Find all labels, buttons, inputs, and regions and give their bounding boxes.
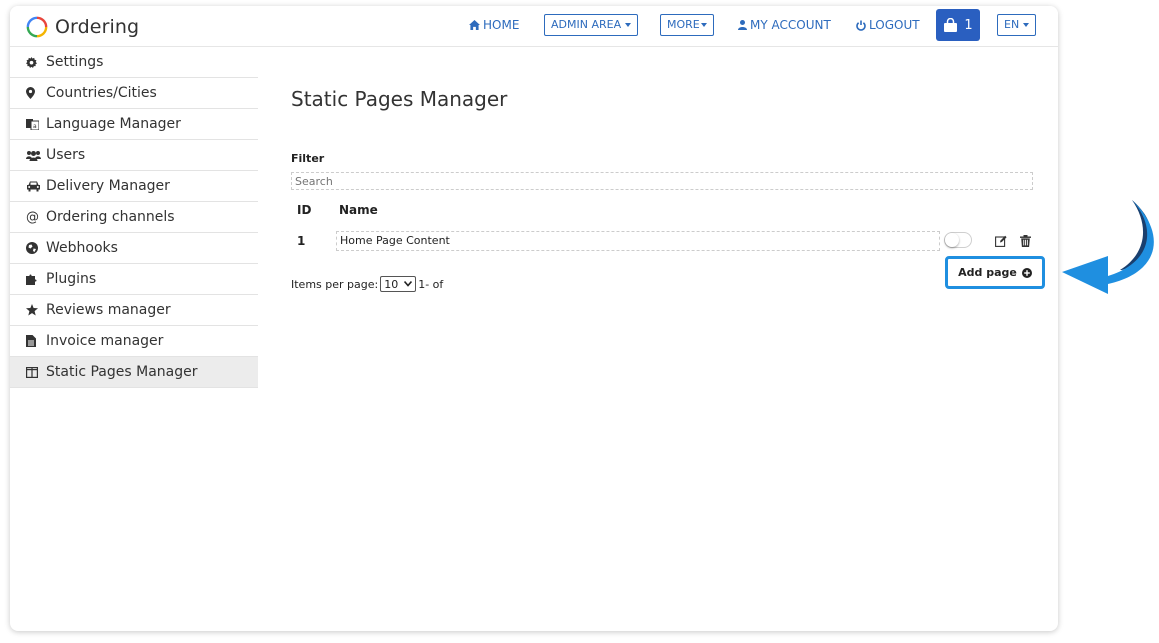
sidebar-item-ordering-channels[interactable]: @ Ordering channels bbox=[10, 202, 258, 233]
shopping-bag-icon bbox=[944, 17, 958, 32]
language-label: EN bbox=[1004, 18, 1020, 31]
brand-logo[interactable]: Ordering bbox=[26, 14, 139, 40]
caret-down-icon bbox=[625, 23, 632, 27]
svg-text:a: a bbox=[33, 123, 37, 130]
nav-home-label: HOME bbox=[483, 18, 520, 32]
nav-admin-area-dropdown[interactable]: ADMIN AREA bbox=[544, 14, 639, 36]
sidebar-item-label: Webhooks bbox=[46, 240, 118, 256]
language-dropdown[interactable]: EN bbox=[997, 14, 1037, 36]
power-icon bbox=[856, 20, 866, 31]
sidebar-item-invoice-manager[interactable]: Invoice manager bbox=[10, 326, 258, 357]
nav-logout[interactable]: LOGOUT bbox=[856, 14, 920, 36]
sidebar-item-label: Language Manager bbox=[46, 116, 181, 132]
sidebar-item-label: Reviews manager bbox=[46, 302, 171, 318]
star-icon bbox=[26, 304, 44, 316]
sidebar-item-label: Countries/Cities bbox=[46, 85, 157, 101]
sidebar-item-settings[interactable]: Settings bbox=[10, 47, 258, 78]
sidebar-item-label: Static Pages Manager bbox=[46, 364, 198, 380]
chevron-down-icon bbox=[404, 281, 413, 287]
pagination-text: 1- of bbox=[418, 277, 444, 291]
brand-name: Ordering bbox=[55, 16, 140, 38]
sidebar-item-plugins[interactable]: Plugins bbox=[10, 264, 258, 295]
column-header-id: ID bbox=[297, 203, 312, 217]
trash-icon[interactable] bbox=[1020, 235, 1031, 247]
search-input[interactable] bbox=[291, 172, 1033, 190]
caret-down-icon bbox=[1023, 23, 1030, 27]
puzzle-icon bbox=[26, 273, 44, 285]
sidebar-item-reviews-manager[interactable]: Reviews manager bbox=[10, 295, 258, 326]
sidebar-item-countries-cities[interactable]: Countries/Cities bbox=[10, 78, 258, 109]
nav-more-dropdown[interactable]: MORE bbox=[660, 14, 714, 36]
add-page-label: Add page bbox=[958, 266, 1017, 279]
column-header-name: Name bbox=[339, 203, 378, 217]
items-per-page-value: 10 bbox=[384, 277, 399, 291]
sidebar-item-label: Delivery Manager bbox=[46, 178, 170, 194]
items-per-page: Items per page: 10 1- of bbox=[291, 276, 443, 292]
language-icon: a bbox=[26, 118, 44, 130]
logo-ring-icon bbox=[26, 16, 48, 38]
toggle-knob bbox=[945, 233, 959, 247]
file-icon bbox=[26, 335, 44, 347]
globe-icon bbox=[26, 242, 44, 254]
nav-more-label: MORE bbox=[667, 18, 700, 31]
plus-circle-icon bbox=[1021, 267, 1032, 278]
user-icon bbox=[738, 20, 747, 30]
columns-icon bbox=[26, 366, 44, 378]
app-window: Ordering HOME ADMIN AREA MORE MY ACCOUNT… bbox=[10, 6, 1058, 631]
map-marker-icon bbox=[26, 87, 44, 99]
sidebar-item-label: Users bbox=[46, 147, 86, 163]
caret-down-icon bbox=[700, 23, 707, 27]
car-icon bbox=[26, 181, 44, 192]
nav-admin-area-label: ADMIN AREA bbox=[551, 18, 622, 31]
filter-label: Filter bbox=[291, 152, 325, 165]
cart-button[interactable]: 1 bbox=[936, 9, 980, 41]
page-title: Static Pages Manager bbox=[291, 87, 508, 111]
top-navbar: Ordering HOME ADMIN AREA MORE MY ACCOUNT… bbox=[10, 6, 1058, 47]
items-per-page-label: Items per page: bbox=[291, 277, 379, 291]
nav-my-account[interactable]: MY ACCOUNT bbox=[738, 14, 831, 36]
sidebar-item-webhooks[interactable]: Webhooks bbox=[10, 233, 258, 264]
nav-my-account-label: MY ACCOUNT bbox=[750, 18, 831, 32]
home-icon bbox=[469, 20, 480, 30]
sidebar-item-label: Plugins bbox=[46, 271, 97, 287]
page-name-field[interactable]: Home Page Content bbox=[336, 231, 940, 251]
items-per-page-select[interactable]: 10 bbox=[380, 276, 417, 292]
sidebar-item-label: Invoice manager bbox=[46, 333, 164, 349]
nav-home[interactable]: HOME bbox=[469, 14, 519, 36]
sidebar-item-language-manager[interactable]: a Language Manager bbox=[10, 109, 258, 140]
at-icon: @ bbox=[26, 209, 39, 225]
row-id-cell: 1 bbox=[297, 234, 306, 248]
sidebar-item-label: Settings bbox=[46, 54, 104, 70]
pointer-arrow-icon bbox=[1062, 200, 1154, 294]
page-enabled-toggle[interactable] bbox=[944, 232, 972, 248]
sidebar-item-label: Ordering channels bbox=[46, 209, 175, 225]
sidebar: Settings Countries/Cities a Language Man… bbox=[10, 47, 258, 388]
add-page-button[interactable]: Add page bbox=[945, 256, 1045, 289]
sidebar-item-delivery-manager[interactable]: Delivery Manager bbox=[10, 171, 258, 202]
sidebar-item-users[interactable]: Users bbox=[10, 140, 258, 171]
sidebar-item-static-pages-manager[interactable]: Static Pages Manager bbox=[10, 357, 258, 388]
edit-icon[interactable] bbox=[995, 235, 1007, 247]
nav-logout-label: LOGOUT bbox=[869, 18, 920, 32]
cart-count: 1 bbox=[964, 17, 973, 33]
users-icon bbox=[26, 150, 44, 161]
gear-icon bbox=[26, 56, 44, 68]
